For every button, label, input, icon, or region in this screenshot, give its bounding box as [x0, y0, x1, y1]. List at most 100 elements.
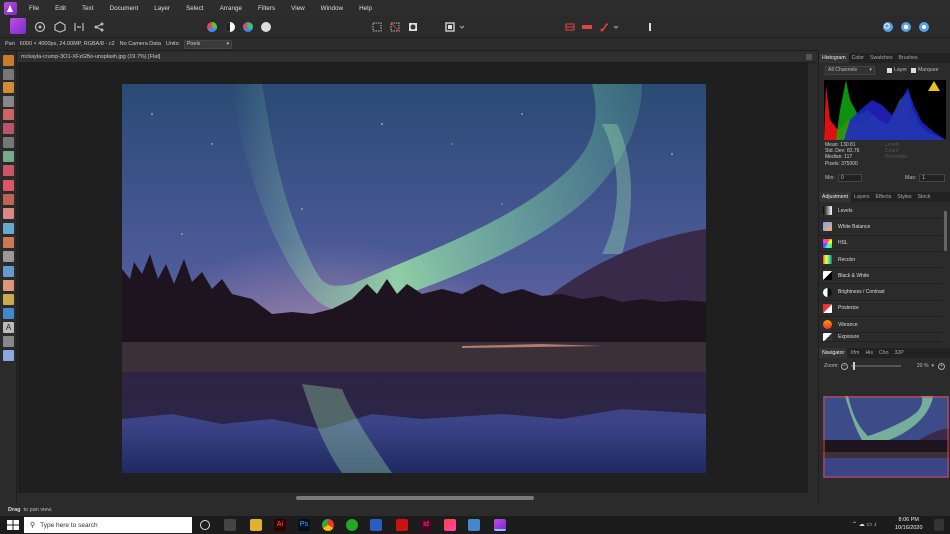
persona-export-icon[interactable] [92, 20, 106, 34]
chevron-down-icon[interactable]: ▾ [932, 363, 935, 369]
adjustment-recolor[interactable]: Recolor [819, 252, 943, 269]
move-tool-icon[interactable] [3, 69, 14, 80]
menu-layer[interactable]: Layer [146, 5, 178, 12]
affinity-photo-logo-icon[interactable] [4, 1, 17, 15]
whatsapp-icon[interactable] [346, 519, 358, 531]
auto-colors-icon[interactable] [241, 20, 255, 34]
artistic-text-tool-icon[interactable]: A [3, 322, 14, 333]
clone-brush-tool-icon[interactable] [3, 237, 14, 248]
mesh-warp-tool-icon[interactable] [3, 336, 14, 347]
tab-adjustment[interactable]: Adjustment [819, 192, 851, 202]
snapping-icon[interactable] [563, 20, 577, 34]
navigator-preview[interactable] [823, 396, 949, 478]
persona-develop-icon[interactable] [53, 20, 67, 34]
flood-fill-tool-icon[interactable] [3, 151, 14, 162]
document-tab[interactable]: mckayla-crump-3O1-XFzGBo-unsplash.jpg (1… [18, 52, 816, 63]
pen-tool-icon[interactable] [3, 294, 14, 305]
adjustment-hsl[interactable]: HSL [819, 236, 943, 252]
persona-photo-icon[interactable] [10, 18, 26, 34]
menu-file[interactable]: File [21, 5, 47, 12]
acrobat-icon[interactable] [396, 519, 408, 531]
marquee-checkbox[interactable] [910, 67, 916, 73]
tab-layers[interactable]: Layers [851, 192, 873, 202]
marquee-tool-icon[interactable] [3, 137, 14, 148]
auto-levels-icon[interactable] [205, 20, 219, 34]
close-icon[interactable] [806, 54, 812, 60]
zoom-out-icon[interactable]: − [840, 362, 848, 370]
taskbar-search-box[interactable]: ⚲ Type here to search [24, 517, 192, 533]
system-tray-icons[interactable]: ⌃ ☁ ▭ ♪ [852, 521, 877, 528]
tab-color[interactable]: Color [849, 53, 867, 63]
file-explorer-icon[interactable] [250, 519, 262, 531]
color-picker-tool-icon[interactable] [3, 82, 14, 93]
adjustment-posterize[interactable]: Posterize [819, 301, 943, 318]
affinity-designer-icon[interactable] [468, 519, 480, 531]
windows-start-icon[interactable] [6, 519, 20, 531]
sharpen-brush-tool-icon[interactable] [3, 280, 14, 291]
zoom-icon[interactable] [881, 20, 895, 34]
tab-histogram[interactable]: Histogram [819, 53, 849, 63]
menu-arrange[interactable]: Arrange [212, 5, 250, 12]
tab-effects[interactable]: Effects [873, 192, 895, 202]
zoom-slider-handle[interactable] [852, 362, 855, 370]
clock[interactable]: 8:06 PM 10/16/2020 [895, 517, 923, 532]
menu-filters[interactable]: Filters [250, 5, 283, 12]
tab-styles[interactable]: Styles [894, 192, 914, 202]
adjustment-vibrance[interactable]: Vibrance [819, 317, 943, 334]
tab-stock[interactable]: Stock [914, 192, 933, 202]
tab-transform[interactable]: Xfm [847, 348, 862, 358]
auto-contrast-icon[interactable] [223, 20, 237, 34]
scrollbar-thumb[interactable] [296, 496, 534, 500]
selection-brush-tool-icon[interactable] [3, 109, 14, 120]
menu-edit[interactable]: Edit [47, 5, 74, 12]
crop-tool-icon[interactable] [3, 96, 14, 107]
menu-select[interactable]: Select [178, 5, 212, 12]
order-icon[interactable] [443, 20, 457, 34]
indesign-icon[interactable]: Id [420, 519, 432, 531]
more-icon[interactable] [917, 20, 931, 34]
studio-link-icon[interactable] [899, 20, 913, 34]
healing-brush-tool-icon[interactable] [3, 251, 14, 262]
adjustment-brightness-contrast[interactable]: Brightness / Contrast [819, 284, 943, 301]
adjustment-exposure[interactable]: Exposure [819, 333, 943, 343]
document-image[interactable] [122, 84, 706, 473]
erase-brush-tool-icon[interactable] [3, 208, 14, 219]
tab-32p[interactable]: 32P [891, 348, 906, 358]
dodge-brush-tool-icon[interactable] [3, 223, 14, 234]
menu-view[interactable]: View [283, 5, 313, 12]
flood-select-tool-icon[interactable] [3, 123, 14, 134]
tab-channels[interactable]: Chn [876, 348, 892, 358]
adjustment-levels[interactable]: Levels [819, 203, 943, 220]
zoom-value[interactable]: 20 % [917, 363, 929, 369]
persona-liquify-icon[interactable] [33, 20, 47, 34]
vertical-scrollbar[interactable] [808, 63, 818, 493]
quick-mask-icon[interactable] [406, 20, 420, 34]
menu-text[interactable]: Text [74, 5, 102, 12]
zoom-in-icon[interactable]: + [938, 362, 946, 370]
persona-tone-map-icon[interactable] [72, 20, 86, 34]
pixel-tool-icon[interactable] [3, 194, 14, 205]
photos-icon[interactable] [444, 519, 456, 531]
photoshop-icon[interactable]: Ps [298, 519, 310, 531]
tab-history[interactable]: His [862, 348, 876, 358]
adjustment-black-white[interactable]: Black & White [819, 268, 943, 285]
channel-select[interactable]: All Channels ▾ [825, 65, 875, 75]
menu-window[interactable]: Window [313, 5, 351, 12]
pan-tool-icon[interactable] [3, 55, 14, 66]
zoom-tool-icon[interactable] [3, 350, 14, 361]
layer-radio[interactable] [887, 67, 892, 73]
menu-help[interactable]: Help [351, 5, 380, 12]
no-selection-icon[interactable] [388, 20, 402, 34]
adjustment-scrollbar[interactable] [944, 211, 947, 251]
gradient-tool-icon[interactable] [3, 165, 14, 176]
task-view-icon[interactable] [224, 519, 236, 531]
min-input[interactable]: 0 [837, 174, 862, 182]
selection-icon[interactable] [370, 20, 384, 34]
horizontal-scrollbar[interactable] [18, 493, 808, 503]
adjustment-white-balance[interactable]: White Balance [819, 219, 943, 236]
chevron-down-icon[interactable] [613, 20, 619, 34]
blur-brush-tool-icon[interactable] [3, 266, 14, 277]
hide-selection-icon[interactable] [598, 20, 612, 34]
tab-navigator[interactable]: Navigator [819, 348, 848, 358]
auto-white-balance-icon[interactable] [259, 20, 273, 34]
